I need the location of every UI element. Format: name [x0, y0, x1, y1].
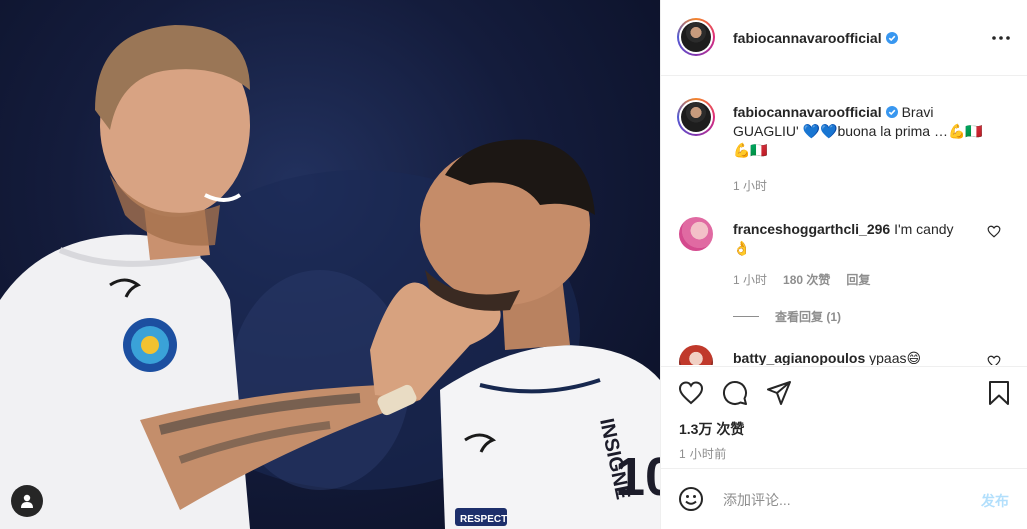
post-timestamp[interactable]: 1 小时前 — [679, 445, 727, 462]
comment-text: ypaas😄 — [869, 350, 922, 365]
bookmark-icon[interactable] — [985, 379, 1013, 407]
verified-badge-icon — [885, 32, 898, 44]
comment-like-heart-icon[interactable] — [987, 355, 1001, 365]
comment-likes[interactable]: 180 次赞 — [783, 271, 830, 288]
verified-badge-icon — [885, 106, 898, 118]
more-horizontal-icon — [992, 36, 1010, 40]
author-username[interactable]: fabiocannavaroofficial — [733, 30, 898, 48]
tagged-users-button[interactable] — [11, 485, 43, 517]
comment-item: franceshoggarthcli_296 I'm candy 👌 — [733, 220, 973, 258]
post-caption: fabiocannavaroofficial Bravi GUAGLIU' 💙💙b… — [733, 103, 983, 160]
caption-author-avatar[interactable] — [677, 98, 715, 136]
post-header: fabiocannavaroofficial — [661, 0, 1027, 76]
replies-divider — [733, 316, 759, 317]
comment-meta: 1 小时 180 次赞 回复 — [733, 271, 870, 288]
commenter-avatar[interactable] — [679, 217, 713, 251]
comment-item: batty_agianopoulos ypaas😄 — [733, 349, 973, 365]
author-avatar[interactable] — [677, 18, 715, 56]
view-replies-label[interactable]: 查看回复 (1) — [775, 308, 841, 325]
caption-username[interactable]: fabiocannavaroofficial — [733, 104, 882, 120]
comment-input[interactable] — [721, 487, 945, 513]
comments-list[interactable]: fabiocannavaroofficial Bravi GUAGLIU' 💙💙b… — [661, 77, 1027, 365]
post-photo[interactable]: INSIGNE 10 RESPECT — [0, 0, 660, 529]
comment-icon[interactable] — [721, 379, 749, 407]
svg-text:10: 10 — [615, 447, 660, 507]
comment-username[interactable]: franceshoggarthcli_296 — [733, 221, 890, 237]
view-replies-button[interactable]: 查看回复 (1) — [733, 308, 841, 325]
comment-username[interactable]: batty_agianopoulos — [733, 350, 865, 365]
comment-time: 1 小时 — [733, 273, 768, 287]
share-icon[interactable] — [765, 379, 793, 407]
post-side-panel: fabiocannavaroofficial fabiocannavarooff… — [660, 0, 1027, 529]
comment-like-heart-icon[interactable] — [987, 225, 1001, 238]
likes-count[interactable]: 1.3万 次赞 — [679, 419, 744, 439]
post-actions: 1.3万 次赞 1 小时前 — [661, 366, 1027, 468]
commenter-avatar[interactable] — [679, 345, 713, 365]
caption-time: 1 小时 — [733, 179, 768, 193]
respect-badge-text: RESPECT — [460, 514, 507, 525]
emoji-icon[interactable] — [678, 486, 704, 512]
more-options-button[interactable] — [991, 28, 1011, 48]
post-comment-button[interactable]: 发布 — [981, 491, 1009, 511]
heart-icon[interactable] — [677, 379, 705, 407]
post-photo-illustration: INSIGNE 10 RESPECT — [0, 25, 660, 529]
reply-button[interactable]: 回复 — [846, 271, 870, 288]
comment-composer: 发布 — [661, 468, 1027, 529]
user-icon — [21, 494, 33, 508]
